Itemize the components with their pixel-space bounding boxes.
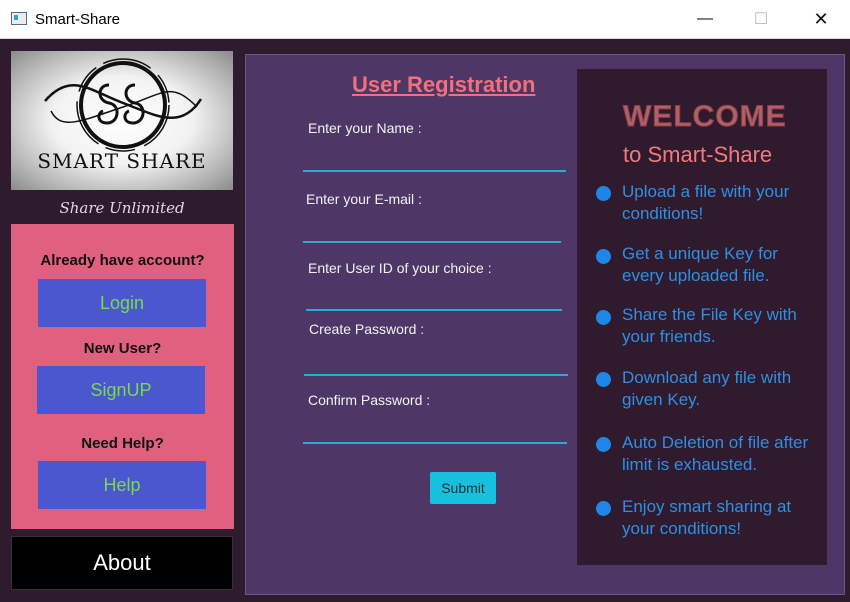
email-field[interactable] xyxy=(303,241,561,243)
feature-item: Enjoy smart sharing at your conditions! xyxy=(622,497,792,538)
feature-item: Share the File Key with your friends. xyxy=(622,305,797,346)
confirm-password-field[interactable] xyxy=(303,442,567,444)
signup-button[interactable]: SignUP xyxy=(37,366,205,414)
minimize-button[interactable]: — xyxy=(675,0,735,38)
registration-title: User Registration xyxy=(352,72,536,97)
close-icon: ✕ xyxy=(813,8,829,29)
logo-text: SMART SHARE xyxy=(37,149,207,173)
submit-button[interactable]: Submit xyxy=(430,472,496,504)
account-panel: Already have account? Login New User? Si… xyxy=(11,224,234,529)
bullet-icon xyxy=(596,249,611,264)
login-button[interactable]: Login xyxy=(38,279,206,327)
name-field[interactable] xyxy=(303,170,566,172)
bullet-icon xyxy=(596,437,611,452)
bullet-icon xyxy=(596,372,611,387)
email-label: Enter your E-mail : xyxy=(306,191,422,207)
need-help-label: Need Help? xyxy=(81,435,164,452)
userid-field[interactable] xyxy=(306,309,562,311)
app-window-icon xyxy=(11,12,27,25)
have-account-label: Already have account? xyxy=(40,252,205,269)
userid-label: Enter User ID of your choice : xyxy=(308,260,492,276)
about-button[interactable]: About xyxy=(11,536,233,590)
maximize-icon: ☐ xyxy=(753,11,769,28)
minimize-icon: — xyxy=(697,10,713,27)
feature-item: Get a unique Key for every uploaded file… xyxy=(622,244,778,285)
feature-item: Download any file with given Key. xyxy=(622,368,792,409)
feature-item: Upload a file with your conditions! xyxy=(622,182,790,223)
welcome-title: WELCOME xyxy=(623,100,787,134)
welcome-subtitle: to Smart-Share xyxy=(623,142,773,167)
help-button[interactable]: Help xyxy=(38,461,206,509)
logo: SMART SHARE xyxy=(11,51,233,190)
bullet-icon xyxy=(596,186,611,201)
password-label: Create Password : xyxy=(309,321,425,337)
close-button[interactable]: ✕ xyxy=(791,0,850,38)
password-field[interactable] xyxy=(304,374,568,376)
window-title: Smart-Share xyxy=(35,11,121,28)
title-bar: Smart-Share — ☐ ✕ xyxy=(0,0,850,39)
bullet-icon xyxy=(596,310,611,325)
confirm-password-label: Confirm Password : xyxy=(308,392,431,408)
maximize-button[interactable]: ☐ xyxy=(731,0,791,38)
name-label: Enter your Name : xyxy=(308,120,422,136)
new-user-label: New User? xyxy=(83,340,162,357)
tagline: Share Unlimited xyxy=(59,199,185,217)
bullet-icon xyxy=(596,501,611,516)
feature-item: Auto Deletion of file after limit is exh… xyxy=(622,433,809,474)
